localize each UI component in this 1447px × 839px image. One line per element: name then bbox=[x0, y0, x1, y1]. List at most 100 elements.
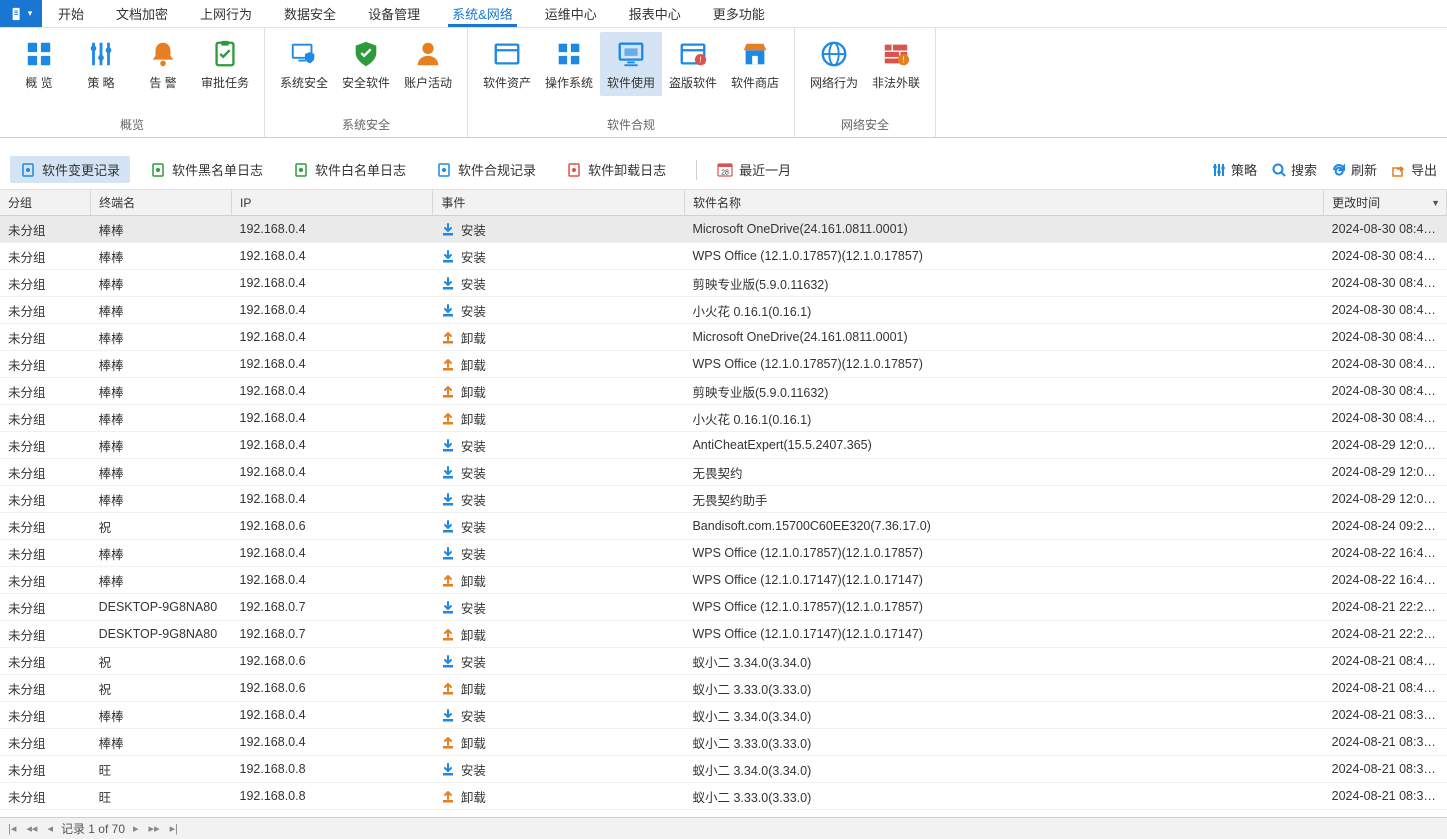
table-row[interactable]: 未分组棒棒192.168.0.4卸载蚁小二 3.33.0(3.33.0)2024… bbox=[0, 729, 1447, 756]
table-row[interactable]: 未分组棒棒192.168.0.4安装剪映专业版(5.9.0.11632)2024… bbox=[0, 270, 1447, 297]
date-filter[interactable]: 28 最近一月 bbox=[707, 156, 801, 183]
ribbon-btn-label: 系统安全 bbox=[280, 76, 328, 90]
event-label: 安装 bbox=[461, 656, 486, 670]
pager-prev[interactable]: ◂ bbox=[45, 822, 55, 835]
cell: DESKTOP-9G8NA80 bbox=[91, 594, 232, 621]
cell: 2024-08-30 08:42:23 bbox=[1324, 351, 1447, 378]
cell: 2024-08-21 08:44:25 bbox=[1324, 648, 1447, 675]
cell: WPS Office (12.1.0.17857)(12.1.0.17857) bbox=[684, 351, 1323, 378]
subtab-0[interactable]: 软件变更记录 bbox=[10, 156, 130, 183]
uninstall-icon bbox=[441, 790, 455, 804]
table-row[interactable]: 未分组旺192.168.0.8安装蚁小二 3.34.0(3.34.0)2024-… bbox=[0, 756, 1447, 783]
ribbon-btn-0-0[interactable]: 概 览 bbox=[8, 32, 70, 96]
cell: 2024-08-29 12:01:00 bbox=[1324, 459, 1447, 486]
table-row[interactable]: 未分组旺192.168.0.8卸载蚁小二 3.33.0(3.33.0)2024-… bbox=[0, 783, 1447, 810]
ribbon: 概 览策 略告 警审批任务概览系统安全安全软件账户活动系统安全软件资产操作系统软… bbox=[0, 28, 1447, 138]
menu-item-0[interactable]: 开始 bbox=[42, 0, 100, 27]
ribbon-group-3: 网络行为!非法外联网络安全 bbox=[795, 28, 936, 137]
cell: 2024-08-30 08:42:23 bbox=[1324, 378, 1447, 405]
table-row[interactable]: 未分组DESKTOP-9G8NA80192.168.0.7安装WPS Offic… bbox=[0, 594, 1447, 621]
table-row[interactable]: 未分组祝192.168.0.6卸载蚁小二 3.33.0(3.33.0)2024-… bbox=[0, 675, 1447, 702]
cell: 未分组 bbox=[0, 621, 91, 648]
menu-item-4[interactable]: 设备管理 bbox=[352, 0, 436, 27]
cell: 未分组 bbox=[0, 486, 91, 513]
install-icon bbox=[441, 709, 455, 723]
event-label: 卸载 bbox=[461, 413, 486, 427]
table-row[interactable]: 未分组棒棒192.168.0.4卸载WPS Office (12.1.0.171… bbox=[0, 567, 1447, 594]
subtab-3[interactable]: 软件合规记录 bbox=[426, 156, 546, 183]
cell: 192.168.0.6 bbox=[232, 648, 433, 675]
menu-item-7[interactable]: 报表中心 bbox=[613, 0, 697, 27]
menu-item-5[interactable]: 系统&网络 bbox=[436, 0, 529, 27]
menu-item-1[interactable]: 文档加密 bbox=[100, 0, 184, 27]
table-row[interactable]: 未分组棒棒192.168.0.4卸载WPS Office (12.1.0.178… bbox=[0, 351, 1447, 378]
event-label: 卸载 bbox=[461, 737, 486, 751]
col-header-5[interactable]: 更改时间▼ bbox=[1324, 190, 1447, 216]
pager-last[interactable]: ▸| bbox=[168, 822, 180, 835]
ribbon-btn-2-4[interactable]: 软件商店 bbox=[724, 32, 786, 96]
tool-search[interactable]: 搜索 bbox=[1271, 160, 1317, 179]
table-row[interactable]: 未分组棒棒192.168.0.4卸载剪映专业版(5.9.0.11632)2024… bbox=[0, 378, 1447, 405]
pager-first[interactable]: |◂ bbox=[6, 822, 18, 835]
table-row[interactable]: 未分组棒棒192.168.0.4安装WPS Office (12.1.0.178… bbox=[0, 243, 1447, 270]
app-menu-button[interactable]: ▾ bbox=[0, 0, 42, 27]
table-row[interactable]: 未分组棒棒192.168.0.4安装无畏契约助手2024-08-29 12:01… bbox=[0, 486, 1447, 513]
table-row[interactable]: 未分组DESKTOP-9G8NA80192.168.0.7卸载WPS Offic… bbox=[0, 621, 1447, 648]
tool-sliders[interactable]: 策略 bbox=[1211, 160, 1257, 179]
ribbon-btn-0-2[interactable]: 告 警 bbox=[132, 32, 194, 96]
col-header-0[interactable]: 分组 bbox=[0, 190, 91, 216]
col-header-1[interactable]: 终端名 bbox=[91, 190, 232, 216]
cell: 未分组 bbox=[0, 756, 91, 783]
pager-next-page[interactable]: ▸▸ bbox=[147, 822, 162, 835]
ribbon-btn-1-0[interactable]: 系统安全 bbox=[273, 32, 335, 96]
subtab-2[interactable]: 软件白名单日志 bbox=[283, 156, 416, 183]
col-header-3[interactable]: 事件 bbox=[433, 190, 685, 216]
table-row[interactable]: 未分组棒棒192.168.0.4安装蚁小二 3.34.0(3.34.0)2024… bbox=[0, 702, 1447, 729]
menu-item-3[interactable]: 数据安全 bbox=[268, 0, 352, 27]
cell: 未分组 bbox=[0, 675, 91, 702]
col-header-4[interactable]: 软件名称 bbox=[684, 190, 1323, 216]
ribbon-btn-2-0[interactable]: 软件资产 bbox=[476, 32, 538, 96]
ribbon-btn-1-1[interactable]: 安全软件 bbox=[335, 32, 397, 96]
table-row[interactable]: 未分组棒棒192.168.0.4安装AntiCheatExpert(15.5.2… bbox=[0, 432, 1447, 459]
cell: 棒棒 bbox=[91, 540, 232, 567]
uninstall-icon bbox=[441, 736, 455, 750]
pager-next[interactable]: ▸ bbox=[131, 822, 141, 835]
table-row[interactable]: 未分组棒棒192.168.0.4安装小火花 0.16.1(0.16.1)2024… bbox=[0, 297, 1447, 324]
calendar-icon: 28 bbox=[717, 162, 733, 178]
table-row[interactable]: 未分组棒棒192.168.0.4卸载Microsoft OneDrive(24.… bbox=[0, 324, 1447, 351]
col-header-2[interactable]: IP bbox=[232, 190, 433, 216]
cell: 未分组 bbox=[0, 378, 91, 405]
cell: 2024-08-30 08:45:53 bbox=[1324, 216, 1447, 243]
pager-prev-page[interactable]: ◂◂ bbox=[24, 822, 39, 835]
ribbon-btn-2-3[interactable]: !盗版软件 bbox=[662, 32, 724, 96]
subtab-4[interactable]: 软件卸载日志 bbox=[556, 156, 676, 183]
ribbon-btn-label: 软件商店 bbox=[731, 76, 779, 90]
table-row[interactable]: 未分组棒棒192.168.0.4安装无畏契约2024-08-29 12:01:0… bbox=[0, 459, 1447, 486]
pager-text: 记录 1 of 70 bbox=[61, 820, 125, 837]
subtab-label: 软件合规记录 bbox=[458, 160, 536, 179]
ribbon-btn-2-2[interactable]: 软件使用 bbox=[600, 32, 662, 96]
menu-item-6[interactable]: 运维中心 bbox=[529, 0, 613, 27]
event-label: 安装 bbox=[461, 305, 486, 319]
subtab-1[interactable]: 软件黑名单日志 bbox=[140, 156, 273, 183]
table-row[interactable]: 未分组祝192.168.0.6安装Bandisoft.com.15700C60E… bbox=[0, 513, 1447, 540]
table-row[interactable]: 未分组棒棒192.168.0.4安装WPS Office (12.1.0.178… bbox=[0, 540, 1447, 567]
tool-export[interactable]: 导出 bbox=[1391, 160, 1437, 179]
event-label: 安装 bbox=[461, 251, 486, 265]
ribbon-btn-3-0[interactable]: 网络行为 bbox=[803, 32, 865, 96]
ribbon-btn-0-1[interactable]: 策 略 bbox=[70, 32, 132, 96]
ribbon-btn-2-1[interactable]: 操作系统 bbox=[538, 32, 600, 96]
ribbon-btn-1-2[interactable]: 账户活动 bbox=[397, 32, 459, 96]
cell: 棒棒 bbox=[91, 243, 232, 270]
menu-item-2[interactable]: 上网行为 bbox=[184, 0, 268, 27]
ribbon-btn-3-1[interactable]: !非法外联 bbox=[865, 32, 927, 96]
table-row[interactable]: 未分组祝192.168.0.6安装蚁小二 3.34.0(3.34.0)2024-… bbox=[0, 648, 1447, 675]
table-header-row: 分组终端名IP事件软件名称更改时间▼ bbox=[0, 190, 1447, 216]
tool-refresh[interactable]: 刷新 bbox=[1331, 160, 1377, 179]
event-label: 安装 bbox=[461, 494, 486, 508]
table-row[interactable]: 未分组棒棒192.168.0.4安装Microsoft OneDrive(24.… bbox=[0, 216, 1447, 243]
ribbon-btn-0-3[interactable]: 审批任务 bbox=[194, 32, 256, 96]
table-row[interactable]: 未分组棒棒192.168.0.4卸载小火花 0.16.1(0.16.1)2024… bbox=[0, 405, 1447, 432]
menu-item-8[interactable]: 更多功能 bbox=[697, 0, 781, 27]
